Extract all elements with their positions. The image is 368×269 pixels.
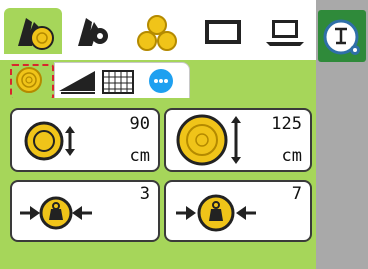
tab-laptop[interactable]: [258, 8, 312, 54]
min-diameter-value: 90: [129, 114, 150, 134]
subtab-icons: [59, 69, 173, 94]
pressure-low-card[interactable]: 3: [10, 180, 160, 242]
ramp-icon: [59, 71, 95, 94]
tab-crop[interactable]: [4, 8, 62, 54]
baler-settings-icon: [78, 18, 108, 46]
pressure-low-value: 3: [139, 184, 150, 204]
more-icon: [149, 69, 173, 93]
pressure-low-icon: [20, 196, 92, 230]
laptop-icon: [266, 20, 304, 46]
tab-baler-settings[interactable]: [68, 8, 118, 54]
tab-display[interactable]: [196, 8, 250, 54]
pressure-high-card[interactable]: 7: [164, 180, 312, 242]
pressure-high-value: 7: [291, 184, 302, 204]
max-diameter-icon: [176, 114, 241, 166]
display-icon: [205, 20, 241, 44]
min-diameter-unit: cm: [129, 146, 150, 166]
min-diameter-icon: [24, 121, 75, 161]
subtab-group: [54, 62, 190, 100]
bale-crop-icon: [18, 18, 54, 50]
bales-stack-icon: [137, 15, 177, 51]
info-settings-button[interactable]: [318, 10, 366, 62]
pressure-high-icon: [176, 194, 256, 232]
min-diameter-card[interactable]: 90 cm: [10, 108, 160, 172]
selection-highlight: [10, 64, 54, 100]
max-diameter-card[interactable]: 125 cm: [164, 108, 312, 172]
info-settings-icon: [323, 19, 360, 55]
net-icon: [102, 70, 134, 94]
top-toolbar: [0, 0, 316, 60]
tab-bales-stack[interactable]: [128, 8, 186, 54]
max-diameter-unit: cm: [281, 146, 302, 166]
max-diameter-value: 125: [271, 114, 302, 134]
